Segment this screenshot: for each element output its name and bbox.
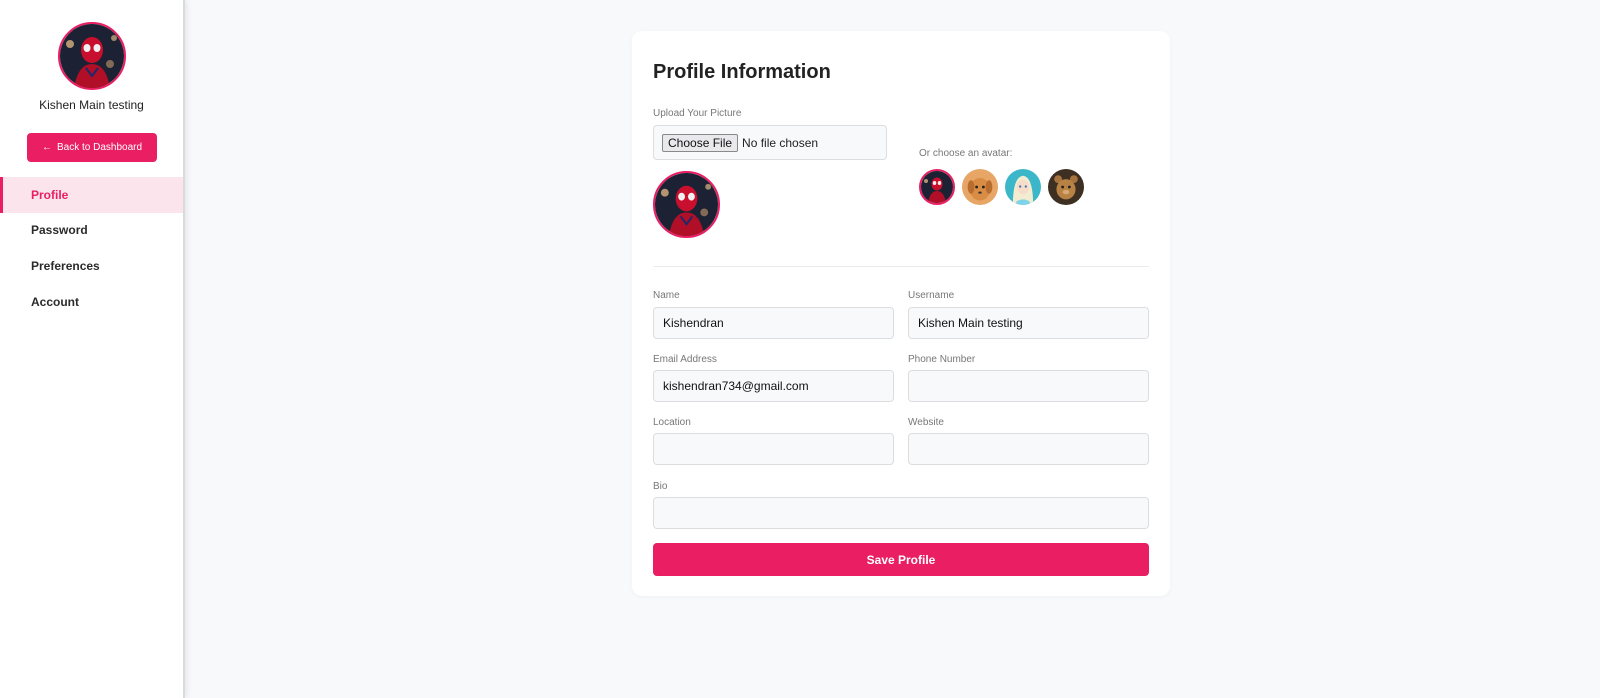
avatar-option-puppy[interactable] <box>962 169 998 205</box>
sidebar-item-account[interactable]: Account <box>0 284 183 320</box>
name-label: Name <box>653 290 680 301</box>
profile-picture-preview <box>653 171 720 238</box>
bio-input[interactable] <box>653 497 1149 529</box>
file-status-text: No file chosen <box>742 135 819 150</box>
choose-file-button[interactable]: Choose File <box>662 133 739 152</box>
name-input[interactable]: Kishendran <box>653 307 894 339</box>
back-to-dashboard-button[interactable]: ← Back to Dashboard <box>27 133 157 162</box>
sidebar-item-profile[interactable]: Profile <box>0 177 183 213</box>
email-label: Email Address <box>653 354 717 365</box>
sidebar-item-label: Account <box>31 295 79 309</box>
username-label: Username <box>908 290 955 301</box>
profile-card: Profile Information Upload Your Picture … <box>632 31 1170 596</box>
sidebar: Kishen Main testing ← Back to Dashboard … <box>0 0 185 698</box>
website-input[interactable] <box>908 433 1149 465</box>
phone-input[interactable] <box>908 370 1149 402</box>
location-input[interactable] <box>653 433 894 465</box>
page-title: Profile Information <box>653 61 831 83</box>
username-input[interactable]: Kishen Main testing <box>908 307 1149 339</box>
email-input[interactable]: kishendran734@gmail.com <box>653 370 894 402</box>
bio-label: Bio <box>653 481 668 492</box>
sidebar-item-label: Password <box>31 223 88 237</box>
avatar-option-teddy[interactable] <box>1048 169 1084 205</box>
save-profile-button[interactable]: Save Profile <box>653 543 1149 576</box>
sidebar-item-label: Preferences <box>31 259 100 273</box>
file-upload-input[interactable]: Choose File No file chosen <box>653 125 887 160</box>
sidebar-item-preferences[interactable]: Preferences <box>0 248 183 284</box>
website-label: Website <box>908 417 944 428</box>
sidebar-item-label: Profile <box>31 188 69 202</box>
sidebar-avatar <box>58 22 126 90</box>
arrow-left-icon: ← <box>41 142 52 153</box>
upload-label: Upload Your Picture <box>653 108 742 119</box>
avatar-option-spiderman[interactable] <box>919 169 955 205</box>
avatar-choice-label: Or choose an avatar: <box>919 148 1013 159</box>
sidebar-user-name: Kishen Main testing <box>39 98 144 112</box>
avatar-option-elsa[interactable] <box>1005 169 1041 205</box>
section-divider <box>653 266 1149 267</box>
back-to-dashboard-label: Back to Dashboard <box>56 142 143 153</box>
sidebar-item-password[interactable]: Password <box>0 212 183 248</box>
phone-label: Phone Number <box>908 354 976 365</box>
location-label: Location <box>653 417 691 428</box>
